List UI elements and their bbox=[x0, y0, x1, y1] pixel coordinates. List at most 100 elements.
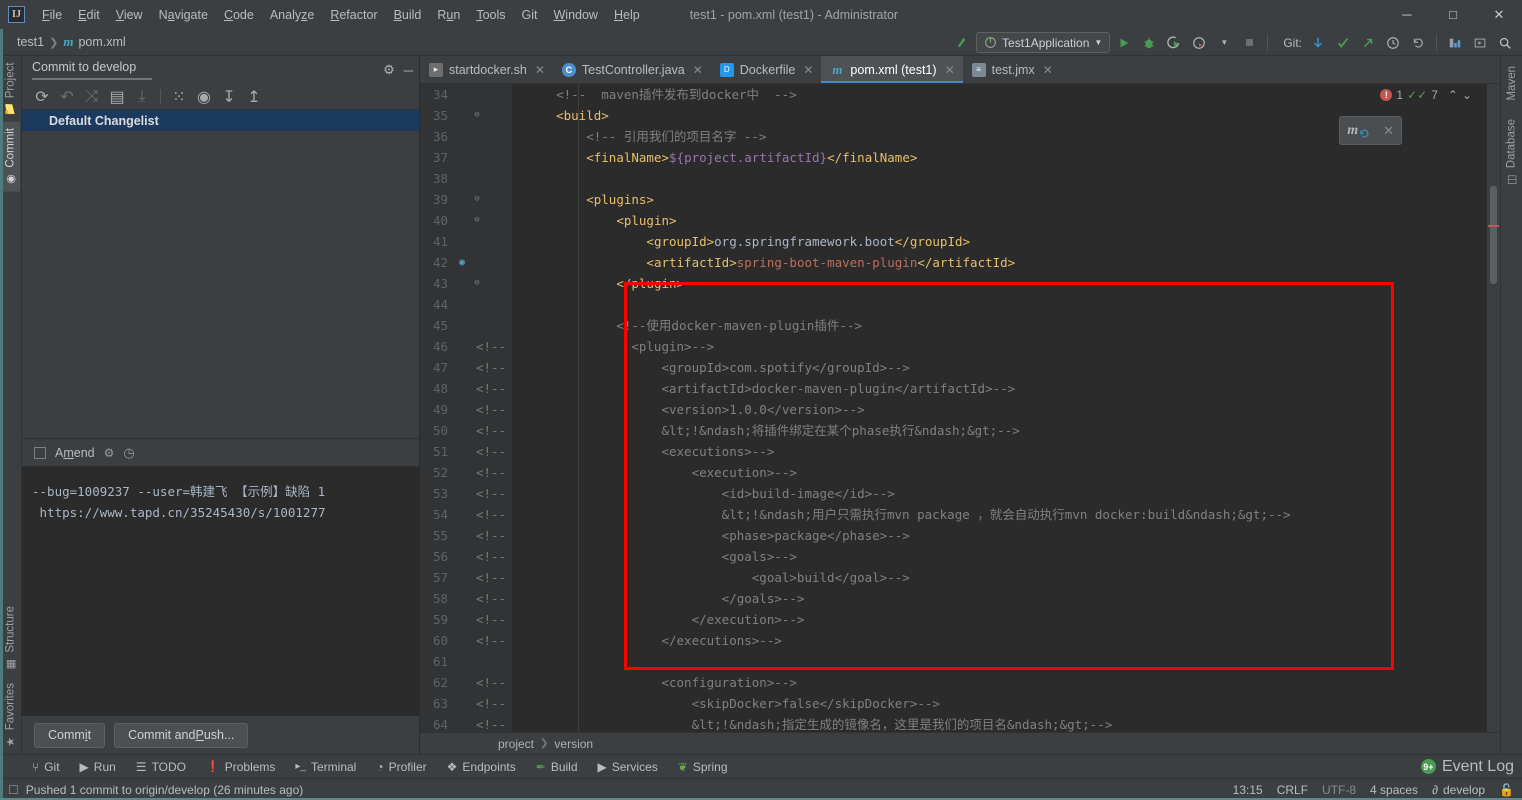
gutter-line[interactable]: 59 <!-- bbox=[420, 609, 512, 630]
close-icon[interactable]: ✕ bbox=[1383, 123, 1394, 139]
list-item[interactable]: Default Changelist bbox=[22, 110, 419, 131]
show-diff-icon[interactable]: ⤨ bbox=[80, 86, 104, 108]
update-project-icon[interactable] bbox=[1307, 32, 1329, 54]
gutter-line[interactable]: 46 <!-- bbox=[420, 336, 512, 357]
code-line[interactable]: <artifactId>spring-boot-maven-plugin</ar… bbox=[512, 252, 1500, 273]
sidebar-item-favorites[interactable]: ★ Favorites bbox=[1, 677, 20, 754]
gutter-line[interactable]: 53 <!-- bbox=[420, 483, 512, 504]
menu-run[interactable]: Run bbox=[429, 4, 468, 26]
close-icon[interactable]: ✕ bbox=[803, 63, 813, 77]
gutter-line[interactable]: 52 <!-- bbox=[420, 462, 512, 483]
build-project-icon[interactable] bbox=[951, 32, 973, 54]
code-editor[interactable]: 34 35 ⊖ 36 37 38 39 ⊖ 40 ⊖ 41 42 ◉ 43 ⊖ 44 45 46 <!-- 47 <!-… bbox=[420, 84, 1500, 732]
notification-icon[interactable]: ☐ bbox=[8, 783, 19, 797]
menu-tools[interactable]: Tools bbox=[468, 4, 513, 26]
gutter-line[interactable]: 35 ⊖ bbox=[420, 105, 512, 126]
gutter-line[interactable]: 47 <!-- bbox=[420, 357, 512, 378]
commit-and-push-button[interactable]: Commit and Push... bbox=[114, 722, 249, 748]
code-line[interactable]: &lt;!&ndash;将插件绑定在某个phase执行&ndash;&gt;--… bbox=[512, 420, 1500, 441]
breadcrumb-file[interactable]: pom.xml bbox=[78, 35, 125, 49]
code-line[interactable]: &lt;!&ndash;用户只需执行mvn package ，就会自动执行mvn… bbox=[512, 504, 1500, 525]
gutter-line[interactable]: 40 ⊖ bbox=[420, 210, 512, 231]
code-line[interactable]: <finalName>${project.artifactId}</finalN… bbox=[512, 147, 1500, 168]
code-line[interactable]: <!--使用docker-maven-plugin插件--> bbox=[512, 315, 1500, 336]
editor-gutter[interactable]: 34 35 ⊖ 36 37 38 39 ⊖ 40 ⊖ 41 42 ◉ 43 ⊖ 44 45 46 <!-- 47 <!-… bbox=[420, 84, 512, 732]
debug-button[interactable] bbox=[1138, 32, 1160, 54]
code-line[interactable]: </plugin> bbox=[512, 273, 1500, 294]
group-by-icon[interactable]: ⁙ bbox=[167, 86, 191, 108]
code-line[interactable]: </execution>--> bbox=[512, 609, 1500, 630]
indent-setting[interactable]: 4 spaces bbox=[1370, 783, 1418, 797]
edit-source-icon[interactable]: ▤ bbox=[105, 86, 129, 108]
code-line[interactable]: <goals>--> bbox=[512, 546, 1500, 567]
menu-refactor[interactable]: Refactor bbox=[322, 4, 385, 26]
scrollbar-thumb[interactable] bbox=[1490, 186, 1497, 284]
breadcrumb-project-tag[interactable]: project bbox=[498, 737, 534, 751]
chevron-down-icon[interactable]: ▼ bbox=[1213, 32, 1235, 54]
inspection-widget[interactable]: ! 1 ✓✓ 7 ⌃ ⌄ bbox=[1374, 84, 1478, 106]
file-encoding[interactable]: UTF-8 bbox=[1322, 783, 1356, 797]
stop-button[interactable] bbox=[1238, 32, 1260, 54]
maven-add-icon[interactable]: ◉ bbox=[454, 252, 470, 273]
gutter-line[interactable]: 54 <!-- bbox=[420, 504, 512, 525]
profile-button[interactable] bbox=[1188, 32, 1210, 54]
gutter-line[interactable]: 61 bbox=[420, 651, 512, 672]
code-line[interactable]: </goals>--> bbox=[512, 588, 1500, 609]
gutter-line[interactable]: 57 <!-- bbox=[420, 567, 512, 588]
tool-window-git[interactable]: ⑂ Git bbox=[22, 755, 70, 779]
gutter-line[interactable]: 51 <!-- bbox=[420, 441, 512, 462]
tool-window-todo[interactable]: ☰ TODO bbox=[126, 755, 196, 779]
menu-help[interactable]: Help bbox=[606, 4, 648, 26]
close-icon[interactable]: ✕ bbox=[535, 63, 545, 77]
collapse-all-icon[interactable]: ↥ bbox=[242, 86, 266, 108]
code-line[interactable]: <executions>--> bbox=[512, 441, 1500, 462]
gutter-line[interactable]: 42 ◉ bbox=[420, 252, 512, 273]
gutter-line[interactable]: 50 <!-- bbox=[420, 420, 512, 441]
code-line[interactable]: </executions>--> bbox=[512, 630, 1500, 651]
code-line[interactable]: <artifactId>docker-maven-plugin</artifac… bbox=[512, 378, 1500, 399]
menu-code[interactable]: Code bbox=[216, 4, 262, 26]
next-problem-icon[interactable]: ⌄ bbox=[1462, 88, 1472, 102]
menu-build[interactable]: Build bbox=[386, 4, 430, 26]
menu-window[interactable]: Window bbox=[545, 4, 605, 26]
fold-toggle-icon[interactable]: ⊖ bbox=[470, 210, 484, 231]
gutter-line[interactable]: 56 <!-- bbox=[420, 546, 512, 567]
gutter-line[interactable]: 43 ⊖ bbox=[420, 273, 512, 294]
breadcrumb-version-tag[interactable]: version bbox=[554, 737, 593, 751]
view-options-icon[interactable]: ◉ bbox=[192, 86, 216, 108]
git-branch-widget[interactable]: ∂ develop bbox=[1432, 783, 1485, 797]
gutter-line[interactable]: 60 <!-- bbox=[420, 630, 512, 651]
gutter-line[interactable]: 39 ⊖ bbox=[420, 189, 512, 210]
gutter-line[interactable]: 58 <!-- bbox=[420, 588, 512, 609]
gutter-line[interactable]: 38 bbox=[420, 168, 512, 189]
code-line[interactable]: <goal>build</goal>--> bbox=[512, 567, 1500, 588]
code-line[interactable]: <plugin>--> bbox=[512, 336, 1500, 357]
search-icon[interactable] bbox=[1494, 32, 1516, 54]
event-log-widget[interactable]: 9+ Event Log bbox=[1420, 758, 1514, 776]
run-configuration-selector[interactable]: Test1Application ▼ bbox=[976, 32, 1111, 53]
gear-icon[interactable]: ⚙ bbox=[383, 62, 395, 78]
minimize-button[interactable]: ─ bbox=[1384, 0, 1430, 29]
fold-toggle-icon[interactable]: ⊖ bbox=[470, 273, 484, 294]
tab-startdocker-sh[interactable]: ▸ startdocker.sh ✕ bbox=[420, 56, 553, 83]
code-line[interactable]: <version>1.0.0</version>--> bbox=[512, 399, 1500, 420]
code-line[interactable]: <skipDocker>false</skipDocker>--> bbox=[512, 693, 1500, 714]
tool-window-profiler[interactable]: ◔ Profiler bbox=[366, 755, 436, 779]
gutter-line[interactable]: 36 bbox=[420, 126, 512, 147]
menu-navigate[interactable]: Navigate bbox=[151, 4, 216, 26]
gutter-line[interactable]: 45 bbox=[420, 315, 512, 336]
expand-all-icon[interactable]: ↧ bbox=[217, 86, 241, 108]
sidebar-item-database[interactable]: ◫ Database bbox=[1502, 113, 1521, 192]
push-icon[interactable] bbox=[1357, 32, 1379, 54]
gutter-line[interactable]: 44 bbox=[420, 294, 512, 315]
lock-icon[interactable]: 🔓 bbox=[1499, 783, 1514, 797]
code-line[interactable] bbox=[512, 294, 1500, 315]
sidebar-item-commit[interactable]: ◉ Commit bbox=[1, 122, 20, 192]
gutter-line[interactable]: 41 bbox=[420, 231, 512, 252]
gutter-line[interactable]: 34 bbox=[420, 84, 512, 105]
code-line[interactable]: <configuration>--> bbox=[512, 672, 1500, 693]
tool-window-terminal[interactable]: ▸_ Terminal bbox=[285, 755, 366, 779]
gutter-line[interactable]: 48 <!-- bbox=[420, 378, 512, 399]
tab-testcontroller-java[interactable]: C TestController.java ✕ bbox=[553, 56, 711, 83]
tool-window-run[interactable]: ▶ Run bbox=[70, 755, 126, 779]
